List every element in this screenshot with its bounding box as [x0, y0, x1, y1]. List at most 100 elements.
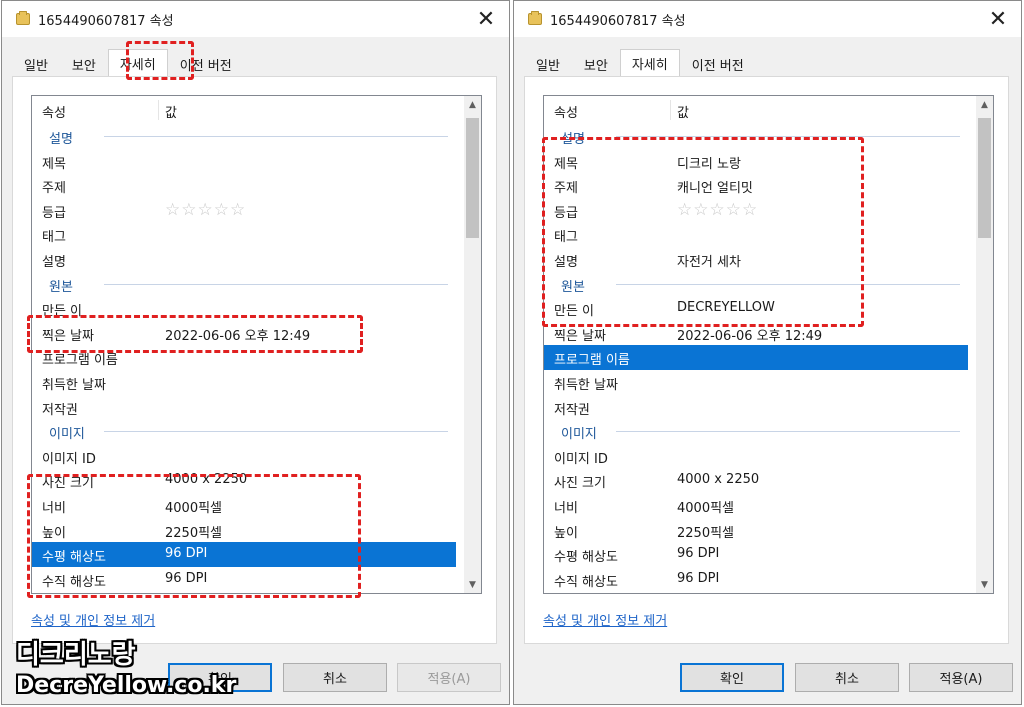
property-row[interactable]: 너비 4000픽셀 [32, 493, 464, 518]
property-value[interactable]: 4000 x 2250 [165, 472, 247, 487]
tab-previous-versions[interactable]: 이전 버전 [680, 52, 756, 76]
column-divider[interactable] [158, 100, 159, 120]
property-name: 등급 [554, 205, 578, 221]
property-row[interactable]: 찍은 날짜 2022-06-06 오후 12:49 [544, 321, 976, 346]
vertical-scrollbar[interactable]: ▲ ▼ [464, 96, 481, 593]
apply-button[interactable]: 적용(A) [397, 663, 501, 692]
property-name: 제목 [554, 156, 578, 172]
property-row[interactable]: 저작권 [32, 395, 464, 420]
property-row[interactable]: 등급 ☆☆☆☆☆ [544, 198, 976, 223]
property-row[interactable]: 취득한 날짜 [544, 370, 976, 395]
property-row[interactable]: 설명 [32, 247, 464, 272]
property-value[interactable]: 96 DPI [165, 546, 207, 561]
property-row[interactable]: 등급 ☆☆☆☆☆ [32, 198, 464, 223]
property-row[interactable]: 너비 4000픽셀 [544, 493, 976, 518]
property-value[interactable]: 96 DPI [677, 571, 719, 586]
scroll-down-arrow-icon[interactable]: ▼ [976, 576, 993, 593]
property-row[interactable]: 이미지 ID [544, 444, 976, 469]
property-row[interactable]: 취득한 날짜 [32, 370, 464, 395]
details-panel: 속성 값 설명제목 디크리 노랑 주제 캐니언 얼티밋등급 ☆☆☆☆☆ 태그 설명 자전거 세… [524, 76, 1009, 644]
group-header: 설명 [544, 124, 976, 149]
tab-details[interactable]: 자세히 [107, 49, 168, 77]
property-row[interactable]: 수평 해상도 96 DPI [544, 542, 976, 567]
property-row[interactable]: 프로그램 이름 [32, 345, 464, 370]
remove-properties-link[interactable]: 속성 및 개인 정보 제거 [31, 610, 155, 629]
property-value[interactable]: 2250픽셀 [165, 522, 222, 541]
tab-details[interactable]: 자세히 [619, 49, 680, 77]
details-panel: 속성 값 설명 제목 주제 등급 ☆☆☆☆☆ 태그 설명 원본 만든 이 찍은 날짜 2022-06… [12, 76, 497, 644]
property-row[interactable]: 설명 자전거 세차 [544, 247, 976, 272]
property-value[interactable]: 2022-06-06 오후 12:49 [677, 325, 822, 344]
cancel-button[interactable]: 취소 [795, 663, 899, 692]
column-header-property[interactable]: 속성 [554, 102, 578, 121]
property-value[interactable]: 디크리 노랑 [677, 153, 741, 172]
tab-security[interactable]: 보안 [572, 52, 620, 76]
property-value[interactable]: 96 DPI [677, 546, 719, 561]
remove-properties-link[interactable]: 속성 및 개인 정보 제거 [543, 610, 667, 629]
column-divider[interactable] [670, 100, 671, 120]
scroll-up-arrow-icon[interactable]: ▲ [464, 96, 481, 113]
property-row[interactable]: 만든 이 [32, 296, 464, 321]
property-name: 너비 [554, 500, 578, 516]
rating-stars-icon[interactable]: ☆☆☆☆☆ [165, 200, 246, 220]
scroll-thumb[interactable] [466, 118, 479, 238]
column-header-value[interactable]: 값 [165, 102, 177, 121]
scroll-thumb[interactable] [978, 118, 991, 238]
group-divider [104, 136, 448, 137]
property-value[interactable]: 2022-06-06 오후 12:49 [165, 325, 310, 344]
property-list[interactable]: 속성 값 설명제목 디크리 노랑 주제 캐니언 얼티밋등급 ☆☆☆☆☆ 태그 설명 자전거 세… [543, 95, 994, 594]
scroll-down-arrow-icon[interactable]: ▼ [464, 576, 481, 593]
property-value[interactable]: DECREYELLOW [677, 300, 775, 315]
property-value[interactable]: 4000픽셀 [677, 497, 734, 516]
property-row[interactable]: 수직 해상도 96 DPI [32, 567, 464, 592]
property-row[interactable]: 사진 크기 4000 x 2250 [32, 468, 464, 493]
property-rows: 설명 제목 주제 등급 ☆☆☆☆☆ 태그 설명 원본 만든 이 찍은 날짜 2022-06-06 오… [32, 124, 464, 591]
tab-previous-versions[interactable]: 이전 버전 [168, 52, 244, 76]
rating-stars-icon[interactable]: ☆☆☆☆☆ [677, 200, 758, 220]
close-button[interactable]: ✕ [463, 1, 509, 37]
group-label: 이미지 [49, 427, 85, 443]
watermark-brand: 디크리노랑 [16, 640, 136, 670]
property-name: 만든 이 [42, 304, 83, 320]
property-row[interactable]: 제목 [32, 149, 464, 174]
property-row[interactable]: 높이 2250픽셀 [544, 518, 976, 543]
tab-general[interactable]: 일반 [12, 52, 60, 76]
property-row[interactable]: 만든 이 DECREYELLOW [544, 296, 976, 321]
property-list[interactable]: 속성 값 설명 제목 주제 등급 ☆☆☆☆☆ 태그 설명 원본 만든 이 찍은 날짜 2022-06… [31, 95, 482, 594]
property-row[interactable]: 제목 디크리 노랑 [544, 149, 976, 174]
properties-dialog-left: 1654490607817 속성 ✕ 일반 보안 자세히 이전 버전 속성 값 … [1, 0, 510, 705]
property-row[interactable]: 주제 [32, 173, 464, 198]
property-value[interactable]: 96 DPI [165, 571, 207, 586]
property-name: 이미지 ID [554, 451, 608, 467]
vertical-scrollbar[interactable]: ▲ ▼ [976, 96, 993, 593]
property-value[interactable]: 4000픽셀 [165, 497, 222, 516]
column-header-value[interactable]: 값 [677, 102, 689, 121]
property-row[interactable]: 태그 [544, 222, 976, 247]
property-row[interactable]: 높이 2250픽셀 [32, 518, 464, 543]
property-name: 높이 [42, 525, 66, 541]
property-row[interactable]: 수직 해상도 96 DPI [544, 567, 976, 592]
scroll-up-arrow-icon[interactable]: ▲ [976, 96, 993, 113]
ok-button[interactable]: 확인 [680, 663, 784, 692]
group-header: 이미지 [544, 419, 976, 444]
close-button[interactable]: ✕ [975, 1, 1021, 37]
tab-security[interactable]: 보안 [60, 52, 108, 76]
property-row[interactable]: 태그 [32, 222, 464, 247]
property-row[interactable]: 저작권 [544, 395, 976, 420]
property-row[interactable]: 프로그램 이름 [544, 345, 968, 370]
tab-general[interactable]: 일반 [524, 52, 572, 76]
cancel-button[interactable]: 취소 [283, 663, 387, 692]
property-value[interactable]: 자전거 세차 [677, 251, 741, 270]
property-name: 프로그램 이름 [42, 353, 118, 369]
property-name: 취득한 날짜 [554, 377, 618, 393]
apply-button[interactable]: 적용(A) [909, 663, 1013, 692]
property-value[interactable]: 2250픽셀 [677, 522, 734, 541]
column-header-property[interactable]: 속성 [42, 102, 66, 121]
property-row[interactable]: 사진 크기 4000 x 2250 [544, 468, 976, 493]
property-value[interactable]: 4000 x 2250 [677, 472, 759, 487]
property-row[interactable]: 수평 해상도 96 DPI [32, 542, 456, 567]
property-value[interactable]: 캐니언 얼티밋 [677, 177, 753, 196]
property-row[interactable]: 이미지 ID [32, 444, 464, 469]
property-row[interactable]: 주제 캐니언 얼티밋 [544, 173, 976, 198]
property-row[interactable]: 찍은 날짜 2022-06-06 오후 12:49 [32, 321, 464, 346]
